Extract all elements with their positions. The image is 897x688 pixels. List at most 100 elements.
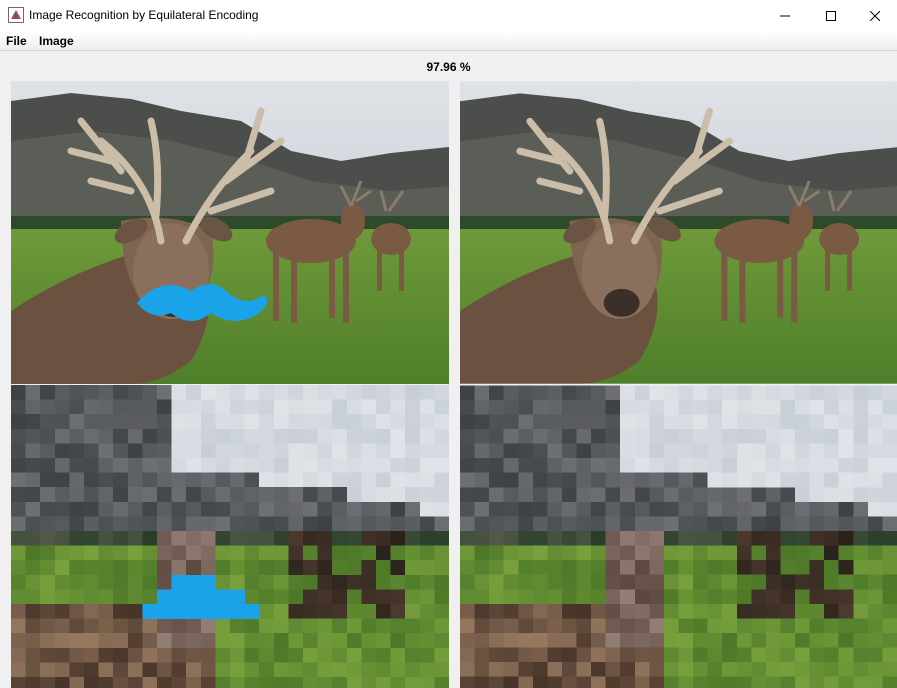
mosaic-cell xyxy=(561,603,578,619)
mosaic-cell xyxy=(780,531,796,547)
mosaic-cell xyxy=(259,531,275,547)
mosaic-cell xyxy=(838,662,854,678)
mosaic-cell xyxy=(503,429,519,445)
minimize-button[interactable] xyxy=(762,0,808,31)
mosaic-cell xyxy=(157,618,173,634)
mosaic-cell xyxy=(663,501,679,517)
mosaic-cell xyxy=(736,574,752,590)
title-bar[interactable]: Image Recognition by Equilateral Encodin… xyxy=(0,0,897,31)
mosaic-cell xyxy=(361,604,377,620)
mosaic-cell xyxy=(11,662,27,678)
mosaic-cell xyxy=(561,429,578,445)
mosaic-cell xyxy=(460,560,476,576)
mosaic-cell xyxy=(127,428,143,444)
mosaic-cell xyxy=(317,414,333,430)
mosaic-cell xyxy=(390,414,406,430)
mosaic-cell xyxy=(547,647,563,663)
mosaic-cell xyxy=(809,458,825,474)
mosaic-cell xyxy=(693,487,709,503)
mosaic-cell xyxy=(84,428,100,444)
mosaic-cell xyxy=(460,662,476,678)
maximize-button[interactable] xyxy=(808,0,854,31)
mosaic-cell xyxy=(460,429,476,445)
mosaic-cell xyxy=(127,487,143,503)
mosaic-cell xyxy=(434,545,449,561)
mosaic-cell xyxy=(25,662,41,678)
mosaic-cell xyxy=(591,487,607,503)
mosaic-cell xyxy=(376,531,392,547)
mosaic-cell xyxy=(171,618,187,634)
mosaic-cell xyxy=(127,472,143,488)
mosaic-cell xyxy=(649,676,665,688)
mosaic-cell xyxy=(722,414,738,430)
mosaic-cell xyxy=(317,458,333,474)
mosaic-cell xyxy=(751,443,767,459)
mosaic-cell xyxy=(882,443,897,459)
mosaic-cell xyxy=(591,647,607,663)
mosaic-cell xyxy=(25,633,41,649)
mosaic-cell xyxy=(332,618,348,634)
mosaic-cell xyxy=(576,487,592,503)
mosaic-cell xyxy=(54,443,70,459)
mosaic-cell xyxy=(200,545,216,561)
mosaic-cell xyxy=(489,414,505,430)
mosaic-cell xyxy=(867,487,883,503)
mosaic-cell xyxy=(649,414,665,430)
mosaic-cell xyxy=(809,618,825,634)
mosaic-cell xyxy=(605,443,621,459)
mosaic-cell xyxy=(186,677,202,688)
mosaic-cell xyxy=(838,618,854,634)
mosaic-cell xyxy=(591,676,607,688)
menu-file[interactable]: File xyxy=(4,34,29,48)
mosaic-cell xyxy=(244,399,260,415)
mosaic-cell xyxy=(127,516,143,532)
mosaic-cell xyxy=(113,589,129,605)
mosaic-cell xyxy=(518,574,534,590)
mosaic-cell xyxy=(693,574,709,590)
mosaic-cell xyxy=(200,487,216,503)
mosaic-cell xyxy=(780,458,796,474)
mosaic-cell xyxy=(736,458,752,474)
mosaic-cell xyxy=(288,501,304,517)
mosaic-cell xyxy=(547,443,563,459)
menu-image[interactable]: Image xyxy=(37,34,76,48)
close-button[interactable] xyxy=(852,0,897,31)
mosaic-cell xyxy=(25,516,41,532)
mosaic-cell xyxy=(634,501,650,517)
mosaic-cell xyxy=(346,545,362,561)
mosaic-cell xyxy=(259,458,275,474)
mosaic-cell xyxy=(489,676,505,688)
mosaic-cell xyxy=(722,676,738,688)
mosaic-cell xyxy=(751,516,767,532)
mosaic-cell xyxy=(460,676,476,688)
mosaic-cell xyxy=(693,589,709,605)
mosaic-cell xyxy=(532,618,548,634)
mosaic-cell xyxy=(460,589,476,605)
mosaic-cell xyxy=(634,399,650,415)
mosaic-cell xyxy=(127,589,143,605)
mosaic-cell xyxy=(127,414,143,430)
mustache-cell xyxy=(142,604,158,620)
mosaic-cell xyxy=(489,487,505,503)
mosaic-cell xyxy=(576,632,592,649)
mosaic-cell xyxy=(157,399,173,415)
mosaic-cell xyxy=(332,560,348,576)
mosaic-cell xyxy=(532,501,548,517)
mosaic-cell xyxy=(157,487,173,503)
mosaic-cell xyxy=(200,560,216,576)
menu-bar: File Image xyxy=(0,31,897,51)
mosaic-cell xyxy=(11,501,27,517)
mosaic-cell xyxy=(649,603,665,619)
mosaic-cell xyxy=(474,632,490,649)
mosaic-cell xyxy=(605,560,621,576)
mosaic-cell xyxy=(288,618,304,634)
mosaic-cell xyxy=(84,531,100,547)
mosaic-cell xyxy=(634,560,650,576)
mosaic-cell xyxy=(518,399,534,415)
mosaic-cell xyxy=(332,399,348,415)
mosaic-cell xyxy=(259,633,275,649)
mosaic-cell xyxy=(503,501,519,517)
mosaic-cell xyxy=(591,429,607,445)
mosaic-cell xyxy=(707,472,723,488)
mosaic-cell xyxy=(751,560,767,576)
